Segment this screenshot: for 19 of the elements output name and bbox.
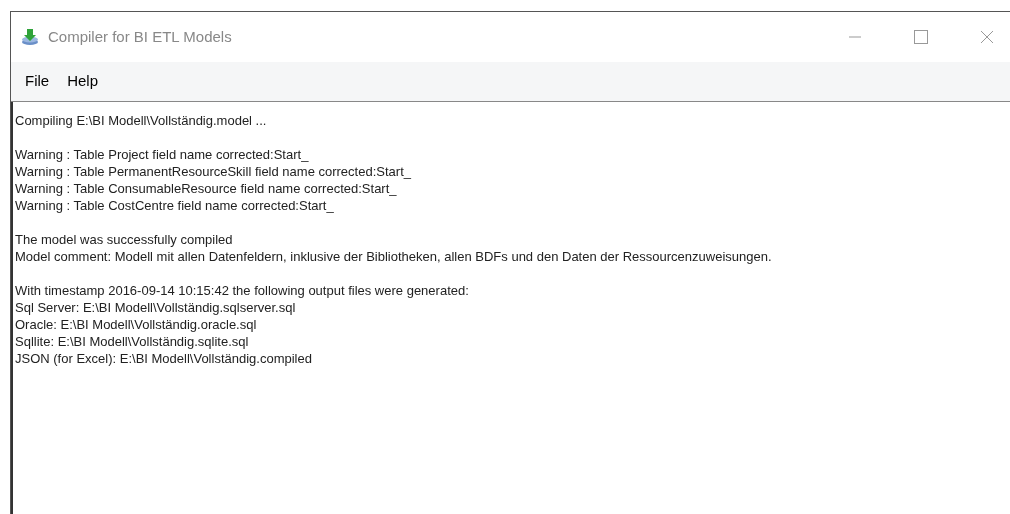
- output-line: Warning : Table PermanentResourceSkill field name corrected:Start_: [15, 163, 412, 180]
- close-icon: [980, 30, 994, 44]
- menu-item[interactable]: File: [17, 68, 58, 95]
- output-line: Sql Server: E:\BI Modell\Vollständig.sqlserver.sql: [15, 299, 297, 316]
- output-line: Compiling E:\BI Modell\Vollständig.model ...: [15, 112, 268, 129]
- output-line: Model comment: Modell mit allen Datenfeldern, inklusive der Bibliotheken, allen BDFs und den Daten der Ressourcenzuweisungen.: [15, 248, 773, 265]
- menu-item[interactable]: Help: [59, 68, 107, 95]
- minimize-icon: [849, 36, 861, 38]
- window-title: Compiler for BI ETL Models: [48, 26, 232, 47]
- output-line: Warning : Table ConsumableResource field name corrected:Start_: [15, 180, 398, 197]
- output-line: With timestamp 2016-09-14 10:15:42 the following output files were generated:: [15, 282, 470, 299]
- output-line: Warning : Table Project field name corrected:Start_: [15, 146, 310, 163]
- output-line: The model was successfully compiled: [15, 231, 234, 248]
- output-line: Oracle: E:\BI Modell\Vollständig.oracle.sql: [15, 316, 258, 333]
- output-line: Warning : Table CostCentre field name corrected:Start_: [15, 197, 335, 214]
- app-icon: [21, 28, 39, 46]
- maximize-icon: [914, 30, 928, 44]
- output-line: JSON (for Excel): E:\BI Modell\Vollständig.compiled: [15, 350, 313, 367]
- output-line: Sqllite: E:\BI Modell\Vollständig.sqlite.sql: [15, 333, 250, 350]
